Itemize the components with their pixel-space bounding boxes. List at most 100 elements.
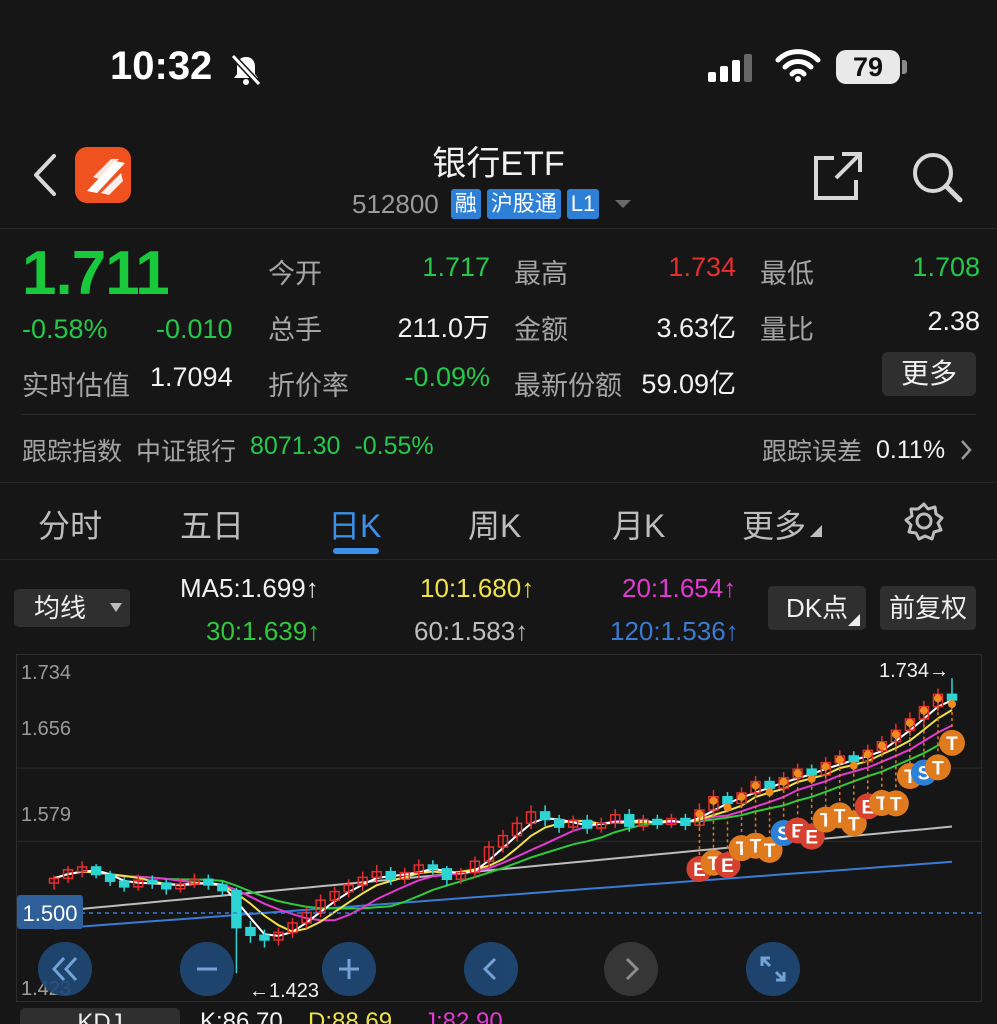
quote-divider bbox=[22, 414, 976, 415]
corner-caret-icon bbox=[810, 525, 823, 537]
amount-label: 金额 bbox=[514, 315, 568, 345]
corner-caret-icon bbox=[848, 614, 860, 626]
ma5-value: MA5:1.699↑ bbox=[180, 573, 319, 603]
signal-letter: T bbox=[848, 814, 860, 835]
battery-tip bbox=[902, 60, 907, 74]
candle-body bbox=[624, 814, 635, 827]
tag-connect: 沪股通 bbox=[486, 189, 561, 219]
candle-body bbox=[217, 884, 228, 892]
tab-weekly-k[interactable]: 周K bbox=[468, 501, 521, 547]
signal-dot bbox=[947, 699, 956, 708]
tracking-error-value: 0.11% bbox=[876, 435, 946, 464]
signal-dot bbox=[737, 792, 746, 801]
iopv-value: 1.7094 bbox=[150, 362, 233, 392]
signal-dot bbox=[919, 706, 928, 715]
fullscreen-button[interactable] bbox=[746, 942, 800, 996]
shares-label: 最新份额 bbox=[514, 371, 622, 401]
discount-label: 折价率 bbox=[268, 371, 349, 401]
candle-body bbox=[806, 768, 817, 776]
tracking-error-row[interactable]: 跟踪误差 0.11% bbox=[762, 432, 973, 468]
tracking-index-value: 8071.30 bbox=[250, 432, 341, 460]
candle-body bbox=[385, 870, 396, 881]
zoom-in-button[interactable] bbox=[322, 942, 376, 996]
plus-icon bbox=[339, 959, 359, 979]
last-price: 1.711 bbox=[22, 239, 170, 308]
tag-margin: 融 bbox=[450, 189, 481, 219]
chevron-right-icon bbox=[961, 440, 972, 460]
ratio-value: 2.38 bbox=[927, 306, 980, 336]
iopv-label: 实时估值 bbox=[22, 371, 130, 401]
signal-dot bbox=[793, 769, 802, 778]
signal-dot bbox=[905, 718, 914, 727]
tab-daily-k[interactable]: 日K bbox=[328, 501, 381, 547]
candle-body bbox=[553, 818, 565, 828]
candle-body bbox=[104, 873, 116, 882]
ratio-label: 量比 bbox=[760, 315, 814, 345]
dropdown-caret-icon[interactable] bbox=[611, 192, 635, 216]
tab-monthly-k[interactable]: 月K bbox=[612, 501, 665, 547]
security-code: 512800 bbox=[352, 188, 439, 219]
candle-body bbox=[441, 868, 453, 881]
signal-letter: T bbox=[946, 734, 958, 755]
price-adjust-button[interactable]: 前复权 bbox=[880, 586, 976, 630]
signal-dot bbox=[849, 761, 858, 770]
tracking-index-row[interactable]: 跟踪指数 中证银行 8071.30 -0.55% bbox=[22, 432, 434, 468]
signal-dot bbox=[765, 788, 774, 797]
selector-caret-icon bbox=[110, 603, 122, 612]
open-label: 今开 bbox=[268, 259, 322, 289]
change-percent: -0.58% bbox=[22, 314, 108, 344]
ma10-value: 10:1.680↑ bbox=[420, 573, 535, 603]
signal-dot bbox=[891, 730, 900, 739]
ma-selector[interactable]: 均线 bbox=[14, 589, 130, 627]
change-value: -0.010 bbox=[156, 314, 233, 344]
scroll-left-fast-button[interactable] bbox=[38, 942, 92, 996]
signal-letter: E bbox=[805, 828, 818, 849]
ma60-value: 60:1.583↑ bbox=[414, 616, 529, 646]
kdj-selector[interactable]: KDJ bbox=[20, 1008, 180, 1024]
share-icon[interactable] bbox=[812, 150, 864, 202]
scroll-left-button[interactable] bbox=[464, 942, 518, 996]
signal-dot bbox=[723, 803, 732, 812]
signal-dot bbox=[779, 777, 788, 786]
max-annotation: 1.734→ bbox=[879, 660, 949, 682]
signal-letter: T bbox=[764, 841, 776, 862]
tab-more[interactable]: 更多 bbox=[742, 501, 823, 547]
y-tick-label: 1.734 bbox=[21, 662, 71, 684]
scroll-right-button[interactable] bbox=[604, 942, 658, 996]
search-icon[interactable] bbox=[910, 150, 964, 204]
tab-intraday[interactable]: 分时 bbox=[38, 501, 102, 547]
open-value: 1.717 bbox=[422, 252, 490, 282]
settings-gear-icon[interactable] bbox=[904, 501, 944, 541]
period-tabs: 分时 五日 日K 周K 月K 更多 bbox=[0, 482, 997, 560]
tracking-error-label: 跟踪误差 bbox=[762, 438, 863, 466]
security-subtitle: 512800 融 沪股通 L1 bbox=[352, 188, 635, 220]
cellular-signal-icon bbox=[708, 54, 752, 82]
zoom-out-button[interactable] bbox=[180, 942, 234, 996]
signal-dot bbox=[709, 796, 718, 805]
dk-point-button[interactable]: DK点 bbox=[768, 586, 866, 630]
candle-body bbox=[722, 795, 733, 805]
mute-bell-icon bbox=[230, 53, 262, 87]
chevron-right-icon bbox=[625, 957, 640, 981]
battery-indicator: 79 bbox=[836, 50, 900, 84]
candle-body bbox=[231, 889, 242, 929]
candle-body bbox=[427, 864, 439, 870]
candle-body bbox=[118, 880, 130, 888]
status-bar: 10:32 79 bbox=[0, 0, 997, 130]
kdj-j: J:82.90 bbox=[424, 1008, 503, 1024]
y-tick-label: 1.656 bbox=[21, 718, 71, 740]
tab-five-day[interactable]: 五日 bbox=[180, 501, 244, 547]
candle-body bbox=[652, 818, 663, 826]
signal-dot bbox=[751, 781, 760, 790]
candle-body bbox=[259, 934, 270, 941]
signal-dot bbox=[695, 810, 704, 819]
active-tab-indicator bbox=[333, 548, 379, 554]
candle-body bbox=[146, 879, 158, 884]
candle-body bbox=[764, 780, 775, 789]
candle-body bbox=[203, 878, 214, 886]
low-value: 1.708 bbox=[912, 252, 980, 282]
signal-dot bbox=[877, 741, 886, 750]
signal-letter: T bbox=[932, 758, 944, 779]
volume-label: 总手 bbox=[268, 315, 322, 345]
more-quote-button[interactable]: 更多 bbox=[882, 352, 976, 396]
